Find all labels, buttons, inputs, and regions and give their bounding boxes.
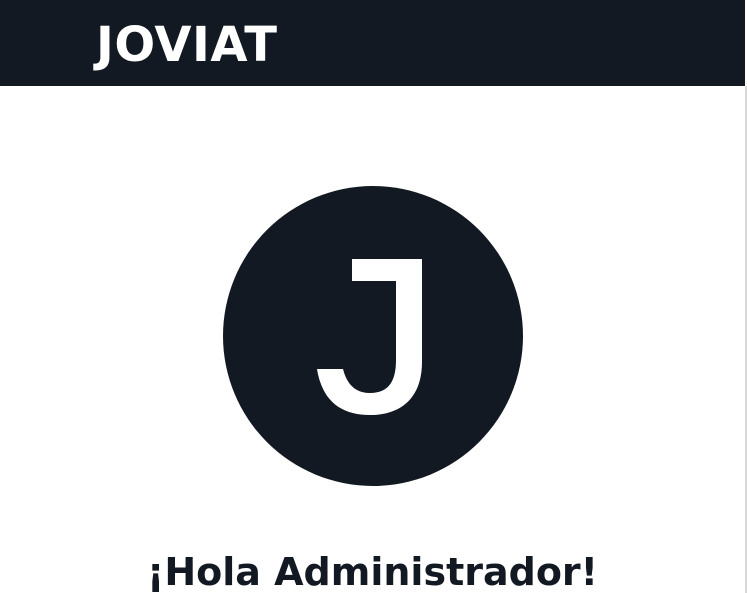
avatar-initial: J <box>313 251 314 252</box>
page: JOVIAT J ¡Hola Administrador! <box>0 0 747 593</box>
top-bar: JOVIAT <box>0 0 745 86</box>
brand-logo[interactable]: JOVIAT <box>96 17 278 73</box>
avatar-initial-glyph: J <box>313 251 422 415</box>
welcome-message: ¡Hola Administrador! <box>147 550 598 593</box>
avatar: J <box>223 186 523 486</box>
